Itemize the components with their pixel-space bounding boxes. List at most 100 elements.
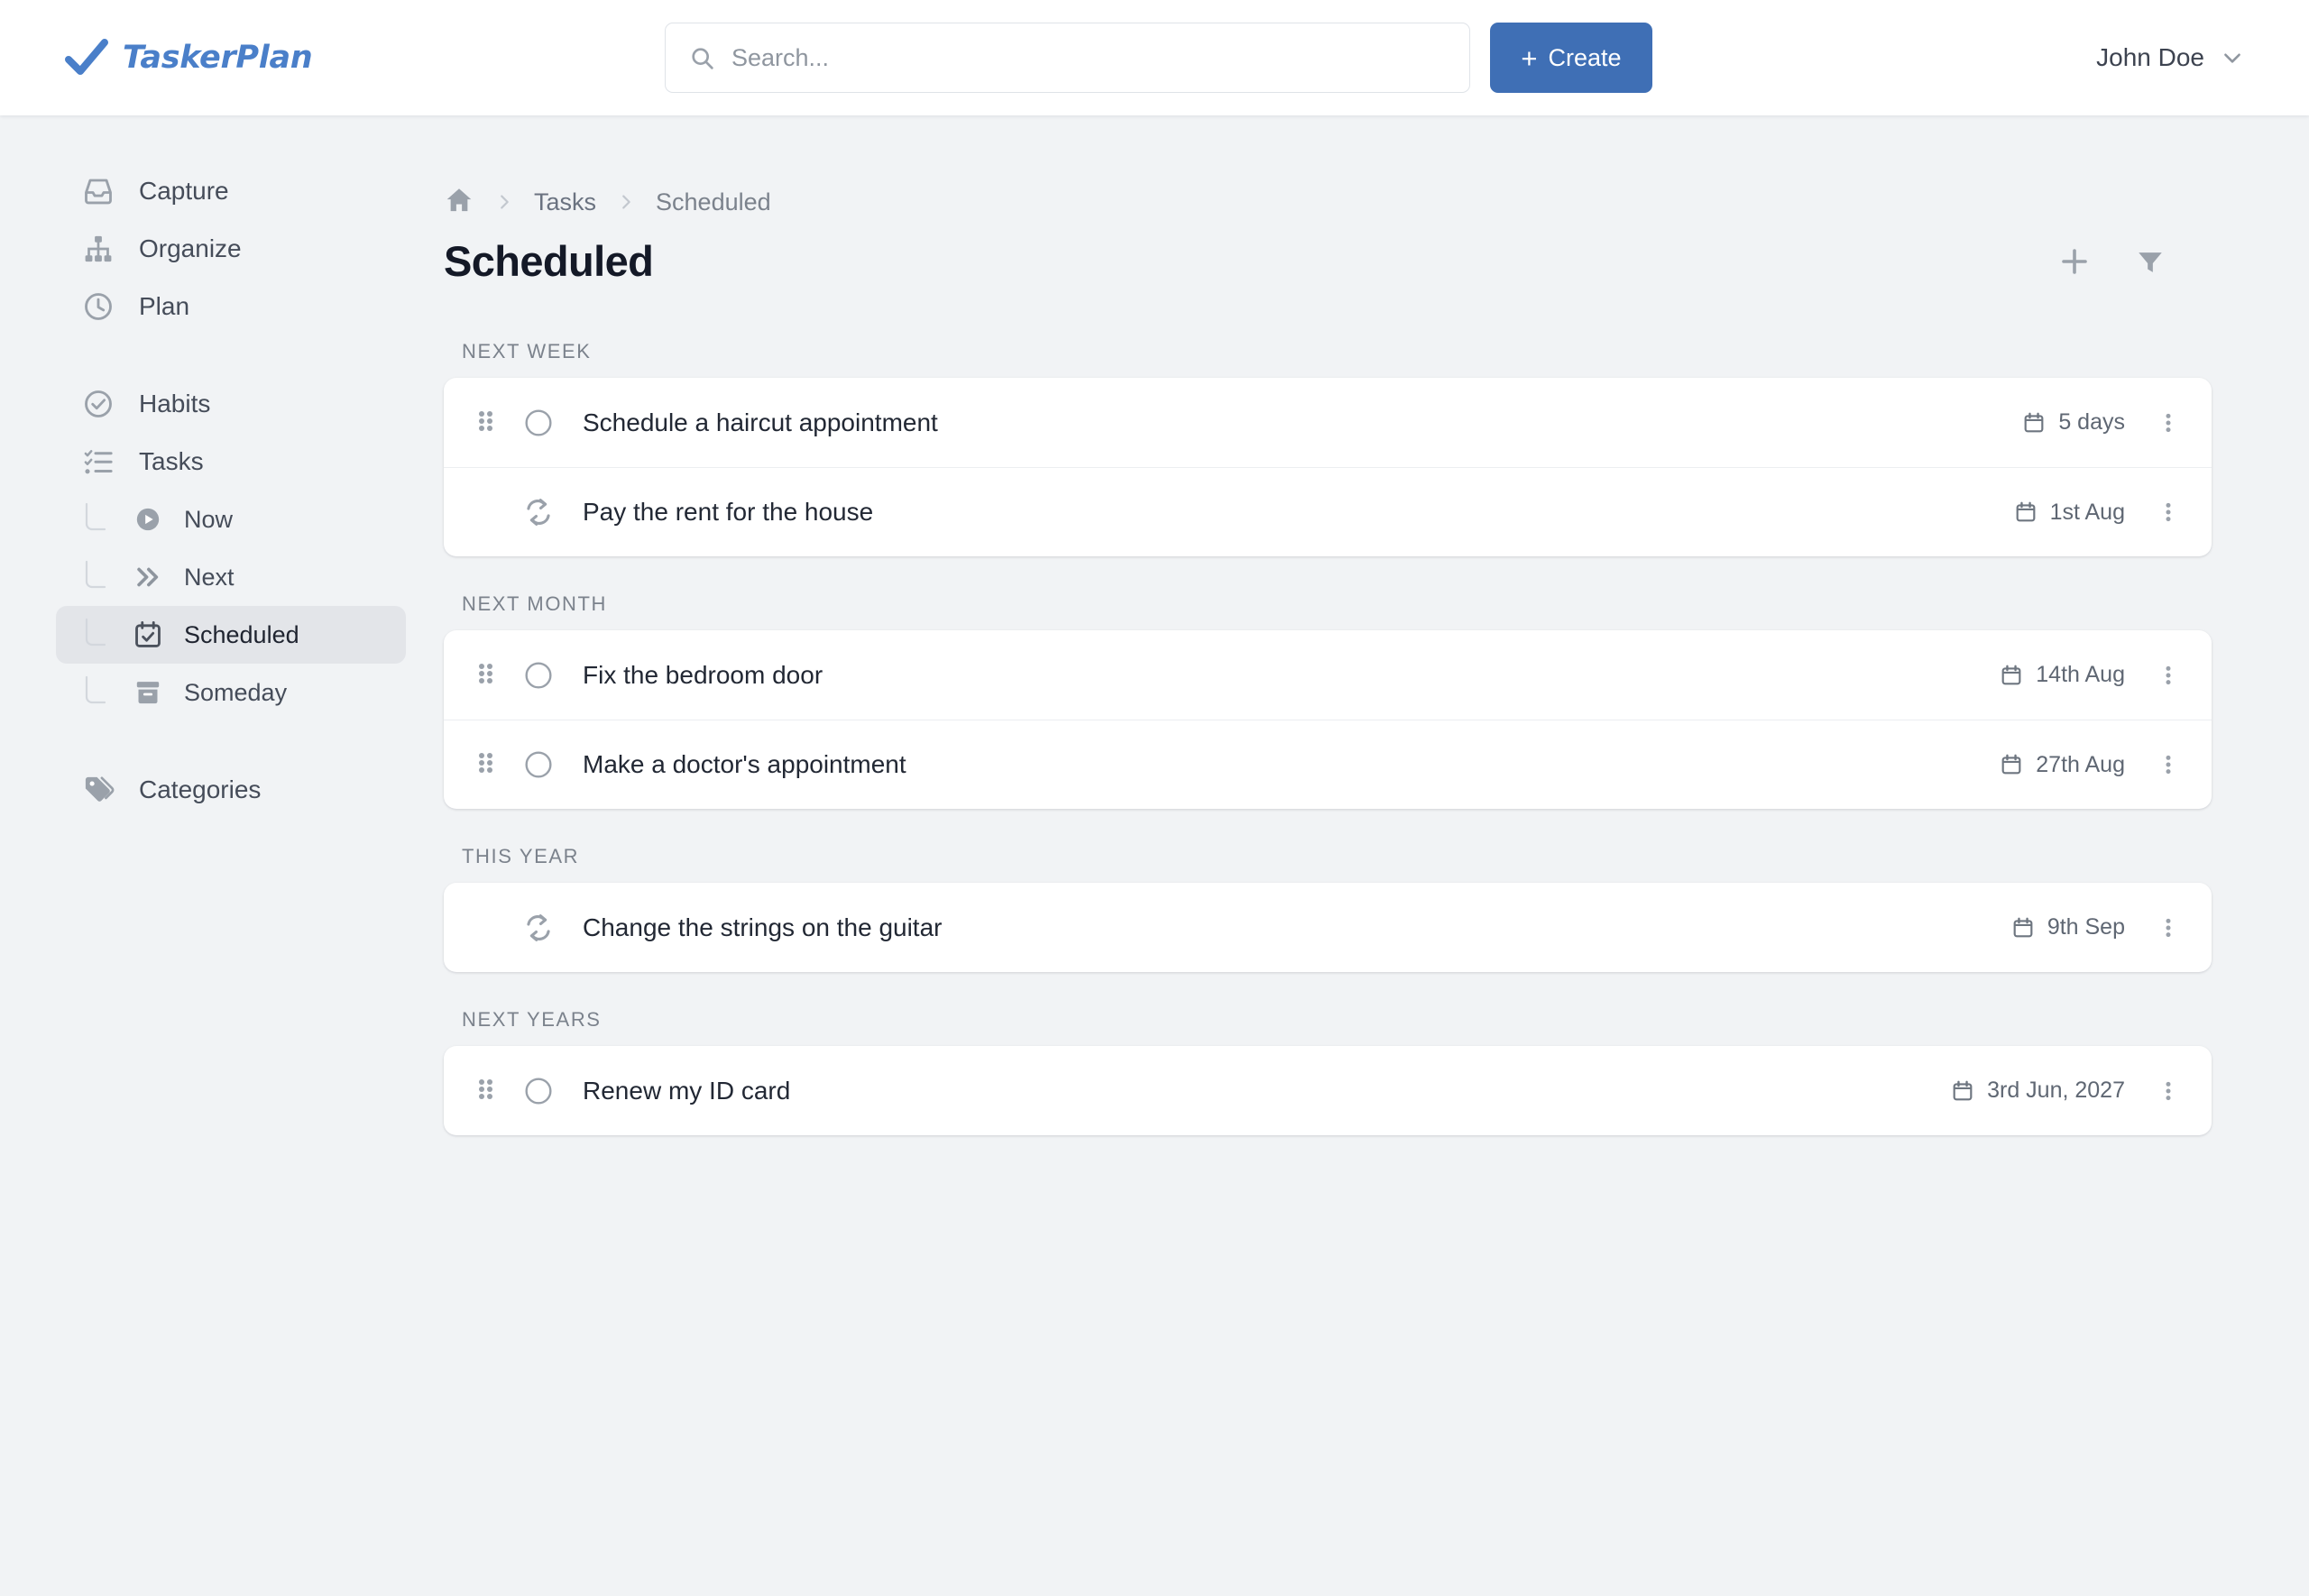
check-circle-icon [81, 387, 115, 421]
task-checkbox[interactable] [520, 408, 557, 437]
task-due: 3rd Jun, 2027 [1951, 1078, 2125, 1104]
top-bar: TaskerPlan Search... + Create John Doe [0, 0, 2309, 115]
breadcrumb-item-tasks[interactable]: Tasks [534, 188, 596, 216]
sidebar-item-plan[interactable]: Plan [43, 278, 406, 335]
task-menu-button[interactable] [2152, 499, 2185, 526]
calendar-icon [2024, 412, 2044, 432]
task-card: Schedule a haircut appointment 5 days Pay … [444, 378, 2212, 556]
app-body: Capture Organize Plan Habits Tasks Now N… [0, 115, 2309, 1596]
task-due-label: 3rd Jun, 2027 [1987, 1078, 2125, 1103]
task-checkbox[interactable] [520, 1077, 557, 1105]
home-icon[interactable] [444, 185, 474, 220]
kebab-menu-icon [2166, 1081, 2171, 1100]
task-menu-button[interactable] [2152, 751, 2185, 778]
drag-handle-icon[interactable] [474, 410, 501, 436]
calendar-check-icon [132, 619, 164, 651]
circle-checkbox-icon [525, 751, 552, 778]
task-checkbox[interactable] [520, 661, 557, 690]
sidebar-divider-gap-2 [0, 721, 433, 761]
kebab-menu-icon [2166, 502, 2171, 522]
create-button[interactable]: + Create [1490, 23, 1652, 93]
task-due-label: 14th Aug [2036, 662, 2125, 687]
task-due: 5 days [2022, 409, 2125, 436]
task-row[interactable]: Pay the rent for the house 1st Aug [444, 467, 2212, 556]
kebab-menu-icon [2166, 665, 2171, 684]
task-card: Renew my ID card 3rd Jun, 2027 [444, 1046, 2212, 1135]
user-name: John Doe [2096, 43, 2204, 71]
sidebar-item-label: Plan [139, 292, 190, 320]
section-label: NEXT MONTH [462, 592, 608, 615]
kebab-menu-icon [2166, 755, 2171, 775]
sidebar-item-tasks[interactable]: Tasks [43, 433, 406, 491]
sidebar-item-label: Next [184, 563, 235, 591]
task-section: NEXT WEEK Schedule a haircut appointment 5… [444, 318, 2212, 556]
plus-icon: + [1521, 41, 1538, 74]
archive-icon [132, 676, 164, 709]
add-task-button[interactable] [2053, 240, 2096, 283]
brand-logo[interactable]: TaskerPlan [0, 38, 667, 78]
chevron-right-icon [616, 192, 636, 212]
sidebar-item-someday[interactable]: Someday [56, 664, 406, 721]
task-due: 27th Aug [2000, 752, 2125, 778]
task-row[interactable]: Make a doctor's appointment 27th Aug [444, 720, 2212, 809]
calendar-icon [2001, 754, 2021, 775]
section-label: NEXT YEARS [462, 1008, 602, 1031]
sidebar-item-label: Habits [139, 390, 211, 417]
repeat-icon [527, 913, 550, 941]
app-root: TaskerPlan Search... + Create John Doe C… [0, 0, 2309, 1596]
task-checkbox[interactable] [520, 750, 557, 779]
task-due: 9th Sep [2011, 914, 2125, 940]
sidebar-item-capture[interactable]: Capture [43, 162, 406, 220]
task-sections: NEXT WEEK Schedule a haircut appointment 5… [433, 286, 2212, 1135]
sidebar-item-now[interactable]: Now [56, 491, 406, 548]
circle-checkbox-icon [525, 408, 552, 436]
sidebar-item-next[interactable]: Next [56, 548, 406, 606]
task-title: Pay the rent for the house [583, 498, 874, 526]
drag-handle-icon [479, 663, 492, 683]
breadcrumb-item-scheduled[interactable]: Scheduled [656, 188, 771, 216]
task-menu-button[interactable] [2152, 914, 2185, 941]
task-menu-button[interactable] [2152, 409, 2185, 436]
circle-checkbox-icon [525, 1077, 552, 1105]
sidebar-item-label: Now [184, 505, 234, 533]
task-row[interactable]: Schedule a haircut appointment 5 days [444, 378, 2212, 467]
filter-button[interactable] [2129, 240, 2172, 283]
task-menu-button[interactable] [2152, 1078, 2185, 1105]
task-title: Fix the bedroom door [583, 660, 823, 689]
drag-handle-icon [479, 1078, 492, 1099]
calendar-icon [1953, 1080, 1973, 1100]
sidebar-item-habits[interactable]: Habits [43, 375, 406, 433]
task-due-label: 27th Aug [2036, 751, 2125, 777]
task-row[interactable]: Fix the bedroom door 14th Aug [444, 630, 2212, 720]
task-menu-button[interactable] [2152, 662, 2185, 689]
drag-handle-icon[interactable] [474, 752, 501, 777]
task-card: Fix the bedroom door 14th Aug Make a docto… [444, 630, 2212, 809]
drag-handle-icon[interactable] [474, 663, 501, 688]
user-menu[interactable]: John Doe [2096, 0, 2244, 115]
sidebar-item-scheduled[interactable]: Scheduled [56, 606, 406, 664]
tag-icon [81, 773, 115, 807]
sidebar-item-categories[interactable]: Categories [43, 761, 406, 819]
task-due: 14th Aug [2000, 662, 2125, 688]
sidebar-item-label: Someday [184, 678, 288, 706]
drag-handle-icon[interactable] [474, 1078, 501, 1104]
chevrons-right-icon [132, 561, 164, 593]
task-due-label: 5 days [2058, 409, 2125, 435]
task-due: 1st Aug [2014, 500, 2125, 526]
sidebar-item-organize[interactable]: Organize [43, 220, 406, 278]
task-section: NEXT MONTH Fix the bedroom door 14th Aug Ma… [444, 571, 2212, 809]
search-input[interactable]: Search... [665, 23, 1470, 93]
task-row[interactable]: Change the strings on the guitar 9th Sep [444, 883, 2212, 972]
circle-checkbox-icon [525, 661, 552, 689]
repeat-icon [520, 497, 557, 527]
calendar-icon [2001, 665, 2021, 684]
task-title: Renew my ID card [583, 1076, 791, 1105]
task-row[interactable]: Renew my ID card 3rd Jun, 2027 [444, 1046, 2212, 1135]
tree-connector-icon [78, 558, 112, 596]
tree-connector-icon [78, 674, 112, 711]
inbox-icon [81, 174, 115, 208]
task-title: Schedule a haircut appointment [583, 408, 938, 436]
sidebar-item-label: Capture [139, 177, 229, 205]
sidebar-item-label: Tasks [139, 447, 204, 475]
chevron-down-icon [2224, 53, 2240, 63]
